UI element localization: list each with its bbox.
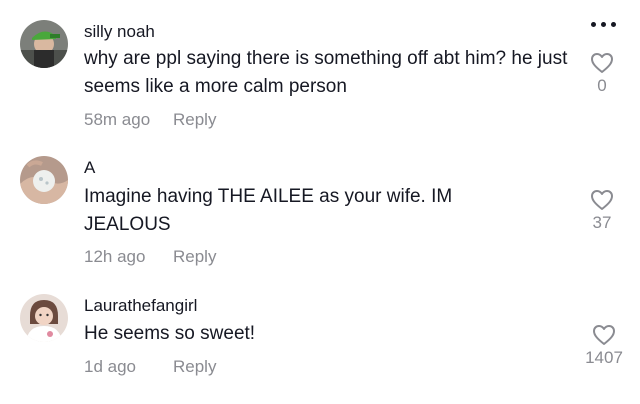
avatar[interactable]: [20, 156, 68, 204]
comment-text: Imagine having THE AILEE as your wife. I…: [84, 186, 453, 235]
comment-text: He seems so sweet!: [84, 323, 256, 344]
like-button[interactable]: 37: [582, 189, 622, 233]
comment-text: why are ppl saying there is something of…: [84, 48, 568, 97]
avatar[interactable]: [20, 20, 68, 68]
comment-username[interactable]: Laurathefangirl: [84, 296, 197, 316]
like-button[interactable]: 1407: [576, 324, 632, 368]
like-count: 1407: [585, 348, 623, 367]
like-button[interactable]: 0: [582, 52, 622, 96]
comment-username[interactable]: A: [84, 158, 95, 178]
reply-button[interactable]: Reply: [173, 110, 216, 130]
reply-button[interactable]: Reply: [173, 357, 216, 377]
more-dot: [610, 22, 616, 27]
comment-username[interactable]: silly noah: [84, 22, 155, 42]
more-dot: [600, 22, 606, 27]
like-count: 37: [592, 213, 612, 232]
heart-outline-icon: [593, 325, 615, 345]
like-count: 0: [597, 76, 607, 95]
heart-outline-icon: [591, 190, 613, 210]
more-dot: [590, 22, 596, 27]
comment-timestamp: 58m ago: [84, 110, 151, 129]
more-options-icon[interactable]: [583, 22, 623, 32]
heart-outline-icon: [591, 53, 613, 73]
avatar[interactable]: [20, 294, 68, 342]
comment-timestamp: 1d ago: [84, 357, 136, 376]
comment-timestamp: 12h ago: [84, 247, 146, 266]
reply-button[interactable]: Reply: [173, 247, 216, 267]
